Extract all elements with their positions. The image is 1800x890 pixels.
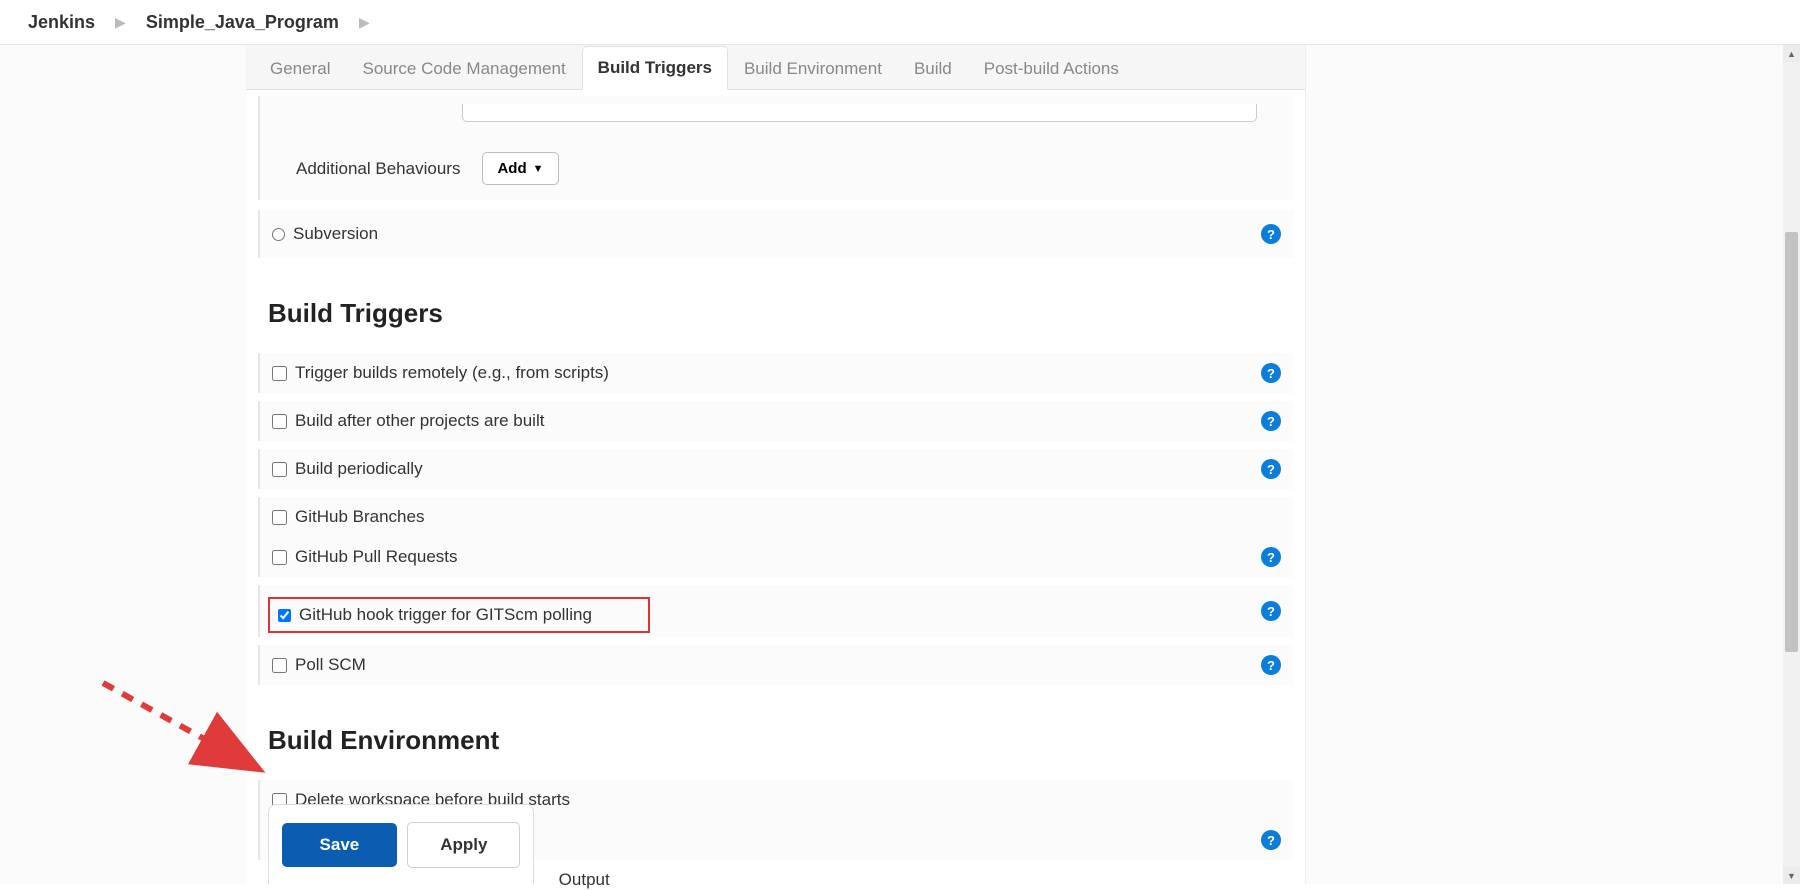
trigger-github-prs-checkbox[interactable] <box>272 550 287 565</box>
config-tabs: General Source Code Management Build Tri… <box>246 45 1305 90</box>
trigger-periodically-row: Build periodically ? <box>258 449 1293 489</box>
add-behaviour-button[interactable]: Add ▼ <box>482 152 558 185</box>
chevron-right-icon: ▶ <box>359 14 370 31</box>
subversion-label: Subversion <box>293 224 378 244</box>
tab-build-environment[interactable]: Build Environment <box>728 46 898 90</box>
trigger-after-projects-row: Build after other projects are built ? <box>258 401 1293 441</box>
scm-git-section-tail: Additional Behaviours Add ▼ <box>258 96 1293 200</box>
scrollbar[interactable]: ▲ ▼ <box>1783 45 1800 884</box>
trigger-poll-scm-checkbox[interactable] <box>272 658 287 673</box>
trigger-github-branches-row: GitHub Branches <box>258 497 1293 537</box>
trigger-periodically-label: Build periodically <box>295 459 423 479</box>
trigger-poll-scm-label: Poll SCM <box>295 655 366 675</box>
page-body: General Source Code Management Build Tri… <box>0 45 1800 884</box>
tab-build-triggers[interactable]: Build Triggers <box>582 46 728 90</box>
add-button-label: Add <box>497 160 526 177</box>
trigger-github-prs-label: GitHub Pull Requests <box>295 547 458 567</box>
save-apply-bar: Save Apply <box>268 804 534 884</box>
trigger-periodically-checkbox[interactable] <box>272 462 287 477</box>
trigger-remote-checkbox[interactable] <box>272 366 287 381</box>
apply-button[interactable]: Apply <box>407 822 520 868</box>
trigger-github-hook-row: GitHub hook trigger for GITScm polling ? <box>258 585 1293 637</box>
scroll-track[interactable] <box>1783 62 1800 867</box>
chevron-right-icon: ▶ <box>115 14 126 31</box>
save-button[interactable]: Save <box>282 823 398 867</box>
trigger-github-hook-label: GitHub hook trigger for GITScm polling <box>299 605 592 625</box>
help-icon[interactable]: ? <box>1261 547 1281 567</box>
caret-down-icon: ▼ <box>533 163 544 175</box>
additional-behaviours-label: Additional Behaviours <box>296 159 460 179</box>
highlight-annotation: GitHub hook trigger for GITScm polling <box>268 597 650 633</box>
scroll-up-icon[interactable]: ▲ <box>1783 45 1800 62</box>
subversion-radio[interactable] <box>272 228 285 241</box>
help-icon[interactable]: ? <box>1261 655 1281 675</box>
trigger-github-prs-row: GitHub Pull Requests ? <box>258 537 1293 577</box>
scroll-down-icon[interactable]: ▼ <box>1783 867 1800 884</box>
trigger-github-hook-checkbox[interactable] <box>278 609 291 622</box>
help-icon[interactable]: ? <box>1261 830 1281 850</box>
trigger-remote-label: Trigger builds remotely (e.g., from scri… <box>295 363 609 383</box>
panel-body: Additional Behaviours Add ▼ Subversion ?… <box>246 90 1305 884</box>
trigger-github-branches-checkbox[interactable] <box>272 510 287 525</box>
scm-subversion-row: Subversion ? <box>258 210 1293 258</box>
help-icon[interactable]: ? <box>1261 411 1281 431</box>
build-triggers-heading: Build Triggers <box>268 298 1293 329</box>
help-icon[interactable]: ? <box>1261 459 1281 479</box>
trigger-github-branches-label: GitHub Branches <box>295 507 424 527</box>
tab-build[interactable]: Build <box>898 46 968 90</box>
breadcrumb-root-link[interactable]: Jenkins <box>28 12 95 33</box>
trigger-after-projects-checkbox[interactable] <box>272 414 287 429</box>
scroll-thumb[interactable] <box>1785 232 1798 652</box>
build-environment-heading: Build Environment <box>268 725 1293 756</box>
trigger-poll-scm-row: Poll SCM ? <box>258 645 1293 685</box>
tab-source-code-management[interactable]: Source Code Management <box>346 46 581 90</box>
trigger-remote-row: Trigger builds remotely (e.g., from scri… <box>258 353 1293 393</box>
trigger-after-projects-label: Build after other projects are built <box>295 411 544 431</box>
breadcrumb: Jenkins ▶ Simple_Java_Program ▶ <box>0 0 1800 45</box>
help-icon[interactable]: ? <box>1261 224 1281 244</box>
breadcrumb-job-link[interactable]: Simple_Java_Program <box>146 12 339 33</box>
tab-general[interactable]: General <box>254 46 346 90</box>
tab-post-build-actions[interactable]: Post-build Actions <box>968 46 1135 90</box>
help-icon[interactable]: ? <box>1261 363 1281 383</box>
branch-specifier-input-cut[interactable] <box>462 104 1257 122</box>
help-icon[interactable]: ? <box>1261 601 1281 621</box>
config-panel: General Source Code Management Build Tri… <box>246 45 1306 884</box>
